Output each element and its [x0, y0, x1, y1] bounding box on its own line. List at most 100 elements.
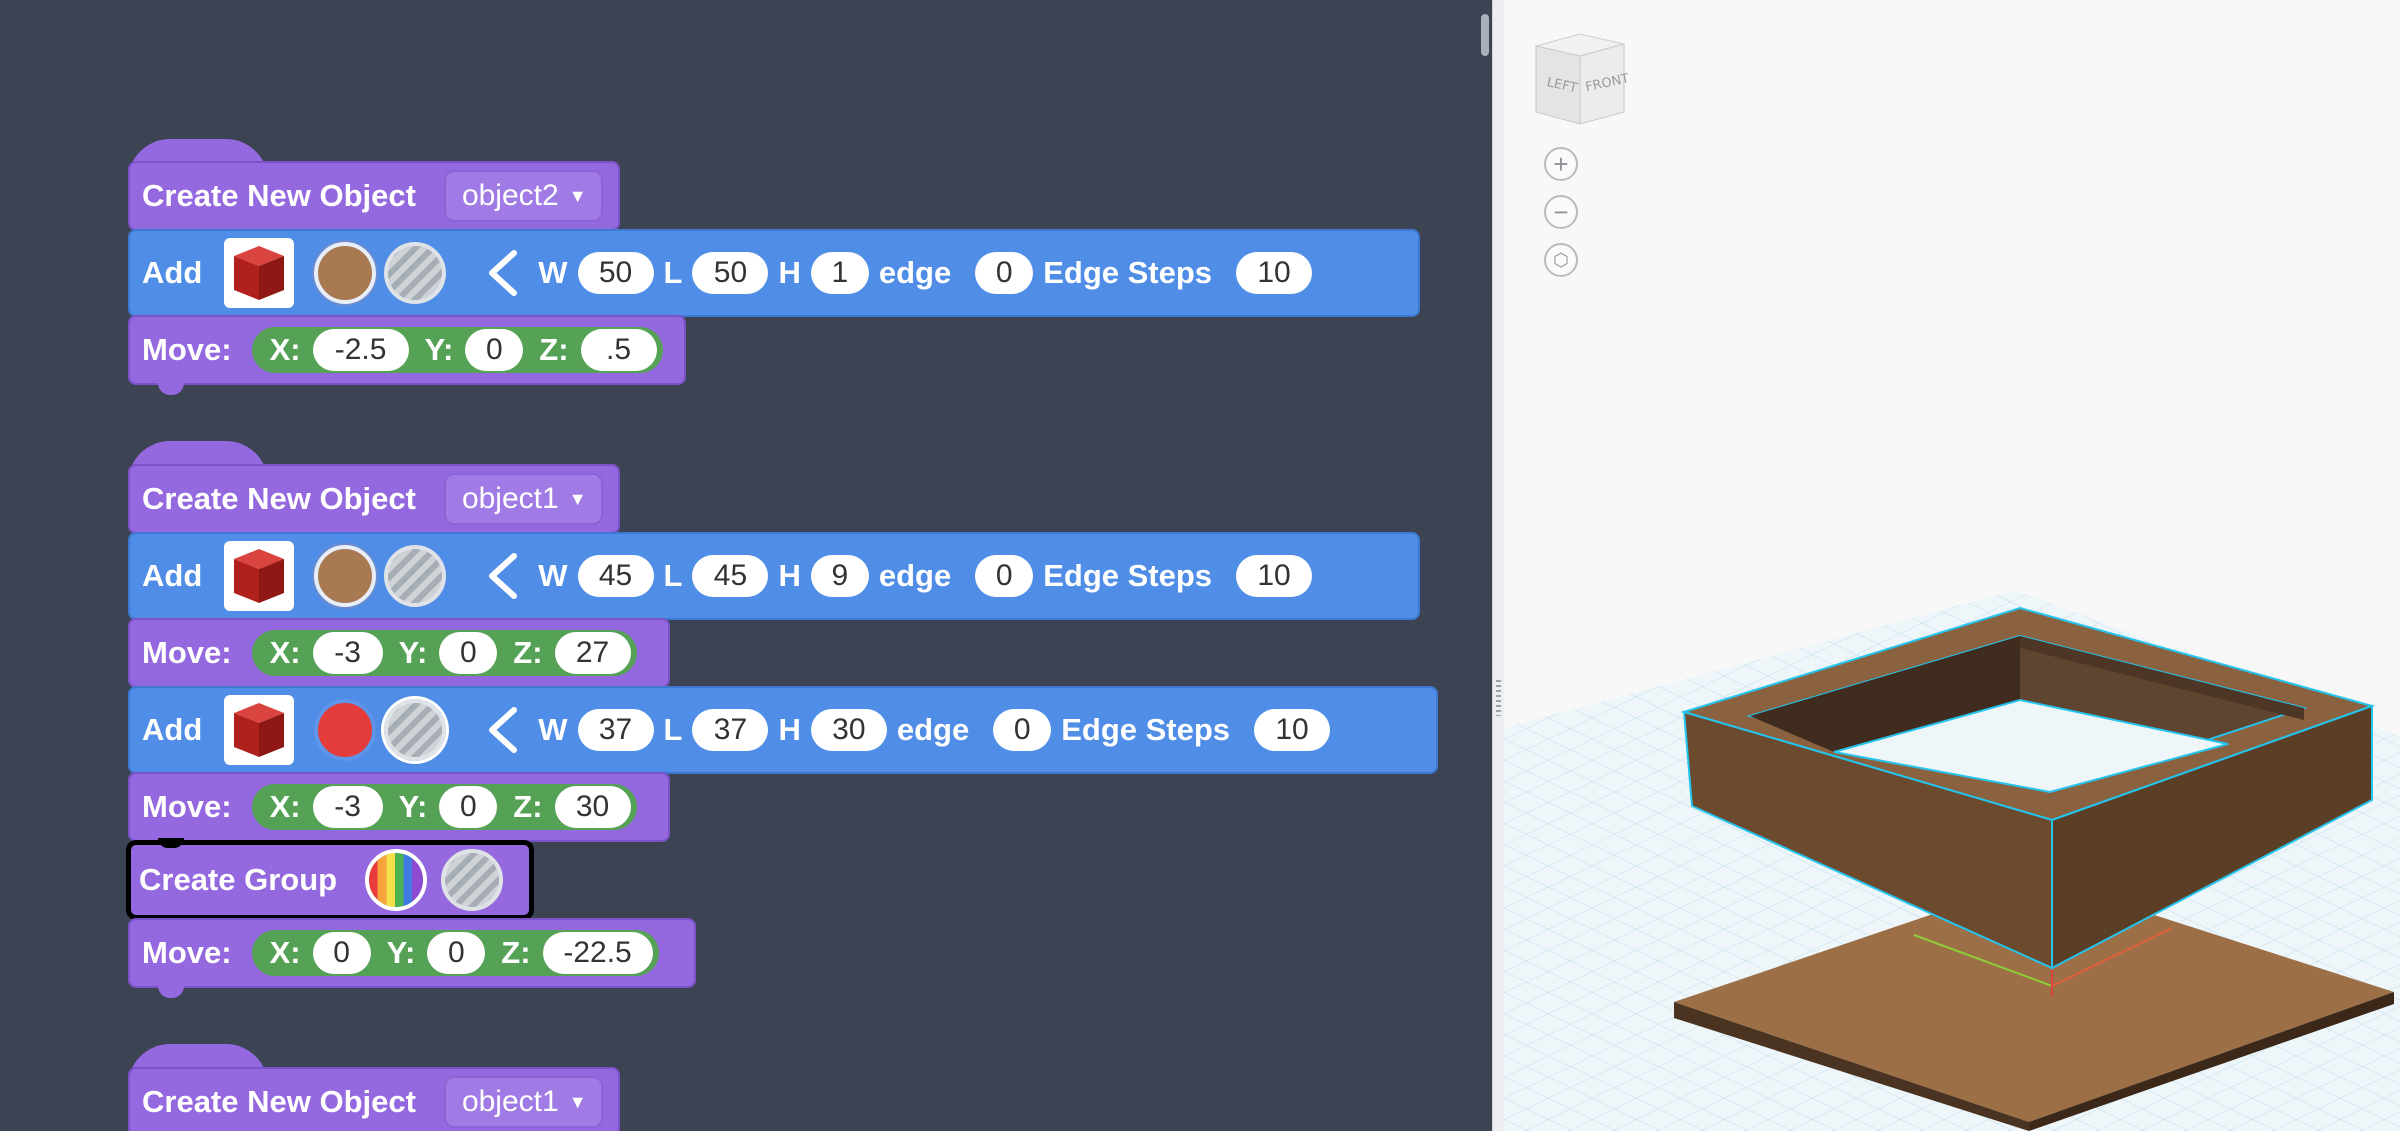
- edge-steps-label: Edge Steps: [1061, 712, 1231, 747]
- chevron-left-icon[interactable]: [486, 707, 518, 753]
- add-label: Add: [142, 255, 203, 290]
- color-swatch-brown[interactable]: [314, 545, 377, 607]
- add-shape-block[interactable]: Add W 37 L 37 H 30 edge 0 Edge Steps 10: [128, 686, 1438, 774]
- cube-icon[interactable]: [224, 695, 295, 765]
- y-label: Y:: [424, 332, 454, 367]
- panel-divider[interactable]: [1492, 0, 1504, 1131]
- minus-icon[interactable]: −: [1544, 195, 1578, 229]
- cube-icon[interactable]: [224, 238, 295, 308]
- y-label: Y:: [398, 635, 428, 670]
- object-name-value: object1: [461, 1085, 559, 1118]
- edge-steps-input[interactable]: 10: [1236, 252, 1313, 294]
- width-input[interactable]: 45: [577, 555, 654, 597]
- move-block[interactable]: Move: X: 0 Y: 0 Z: -22.5: [128, 918, 696, 988]
- z-input[interactable]: .5: [580, 329, 657, 371]
- length-label: L: [663, 558, 683, 593]
- edge-input[interactable]: 0: [975, 252, 1034, 294]
- transparent-swatch[interactable]: [384, 699, 447, 761]
- chevron-left-icon[interactable]: [486, 553, 518, 599]
- x-input[interactable]: 0: [312, 932, 371, 974]
- z-input[interactable]: 30: [554, 786, 631, 828]
- caret-down-icon: ▼: [568, 488, 587, 509]
- add-shape-block[interactable]: Add W 45 L 45 H 9 edge 0 Edge Steps 10: [128, 532, 1420, 620]
- add-label: Add: [142, 712, 203, 747]
- length-input[interactable]: 37: [692, 709, 769, 751]
- y-label: Y:: [386, 935, 416, 970]
- create-new-object-label: Create New Object: [142, 481, 416, 516]
- fit-view-icon[interactable]: ⬡: [1544, 243, 1578, 277]
- y-input[interactable]: 0: [439, 786, 498, 828]
- edge-label: edge: [896, 712, 970, 747]
- edge-input[interactable]: 0: [993, 709, 1052, 751]
- move-coordinates: X: 0 Y: 0 Z: -22.5: [251, 930, 659, 976]
- block-connector: [158, 986, 184, 998]
- add-label: Add: [142, 558, 203, 593]
- workspace-scrollbar[interactable]: [1481, 14, 1489, 56]
- color-swatch-red[interactable]: [314, 699, 377, 761]
- cube-icon[interactable]: [224, 541, 295, 611]
- move-block[interactable]: Move: X: -3 Y: 0 Z: 27: [128, 618, 670, 688]
- width-input[interactable]: 37: [577, 709, 654, 751]
- add-shape-block[interactable]: Add W 50 L 50 H 1 edge 0 Edge Steps 10: [128, 229, 1420, 317]
- blocks-workspace[interactable]: Create New Object object2 ▼ Add W 50 L 50…: [0, 0, 1492, 1131]
- move-coordinates: X: -2.5 Y: 0 Z: .5: [251, 327, 663, 373]
- z-label: Z:: [501, 935, 531, 970]
- move-label: Move:: [142, 332, 232, 367]
- object-name-value: object1: [461, 482, 559, 515]
- width-input[interactable]: 50: [577, 252, 654, 294]
- move-block[interactable]: Move: X: -2.5 Y: 0 Z: .5: [128, 315, 686, 385]
- width-label: W: [538, 558, 568, 593]
- z-input[interactable]: 27: [554, 632, 631, 674]
- 3d-viewport[interactable]: LEFT FRONT + − ⬡: [1504, 0, 2400, 1131]
- edge-label: edge: [878, 255, 952, 290]
- y-label: Y:: [398, 789, 428, 824]
- y-input[interactable]: 0: [427, 932, 486, 974]
- chevron-left-icon[interactable]: [486, 250, 518, 296]
- create-new-object-block[interactable]: Create New Object object1 ▼: [128, 464, 620, 534]
- edge-steps-input[interactable]: 10: [1254, 709, 1331, 751]
- height-label: H: [778, 255, 801, 290]
- z-input[interactable]: -22.5: [542, 932, 653, 974]
- length-input[interactable]: 50: [692, 252, 769, 294]
- object-name-dropdown[interactable]: object2 ▼: [443, 170, 603, 222]
- height-input[interactable]: 9: [810, 555, 869, 597]
- height-input[interactable]: 1: [810, 252, 869, 294]
- edge-input[interactable]: 0: [975, 555, 1034, 597]
- divider-grip-icon[interactable]: [1496, 680, 1501, 716]
- multicolor-swatch[interactable]: [365, 849, 428, 911]
- height-label: H: [778, 712, 801, 747]
- x-input[interactable]: -3: [312, 786, 383, 828]
- block-connector: [158, 383, 184, 395]
- y-input[interactable]: 0: [465, 329, 524, 371]
- object-name-dropdown[interactable]: object1 ▼: [443, 473, 603, 525]
- x-label: X:: [269, 635, 301, 670]
- move-label: Move:: [142, 935, 232, 970]
- height-input[interactable]: 30: [810, 709, 887, 751]
- object-name-dropdown[interactable]: object1 ▼: [443, 1076, 603, 1128]
- create-group-label: Create Group: [139, 862, 338, 897]
- x-label: X:: [269, 332, 301, 367]
- x-input[interactable]: -2.5: [312, 329, 409, 371]
- create-new-object-label: Create New Object: [142, 1084, 416, 1119]
- create-new-object-block[interactable]: Create New Object object1 ▼: [128, 1067, 620, 1131]
- length-input[interactable]: 45: [692, 555, 769, 597]
- caret-down-icon: ▼: [568, 1091, 587, 1112]
- move-block[interactable]: Move: X: -3 Y: 0 Z: 30: [128, 772, 670, 842]
- edge-steps-input[interactable]: 10: [1236, 555, 1313, 597]
- x-input[interactable]: -3: [312, 632, 383, 674]
- transparent-swatch[interactable]: [384, 242, 447, 304]
- height-label: H: [778, 558, 801, 593]
- x-label: X:: [269, 789, 301, 824]
- y-input[interactable]: 0: [439, 632, 498, 674]
- create-group-block[interactable]: Create Group: [126, 840, 534, 920]
- color-swatch-brown[interactable]: [314, 242, 377, 304]
- 3d-scene[interactable]: [1504, 0, 2400, 1131]
- transparent-swatch[interactable]: [384, 545, 447, 607]
- create-new-object-block[interactable]: Create New Object object2 ▼: [128, 161, 620, 231]
- move-label: Move:: [142, 635, 232, 670]
- edge-steps-label: Edge Steps: [1043, 558, 1213, 593]
- edge-steps-label: Edge Steps: [1043, 255, 1213, 290]
- plus-icon[interactable]: +: [1544, 147, 1578, 181]
- transparent-swatch[interactable]: [441, 849, 504, 911]
- view-cube[interactable]: LEFT FRONT: [1530, 32, 1631, 128]
